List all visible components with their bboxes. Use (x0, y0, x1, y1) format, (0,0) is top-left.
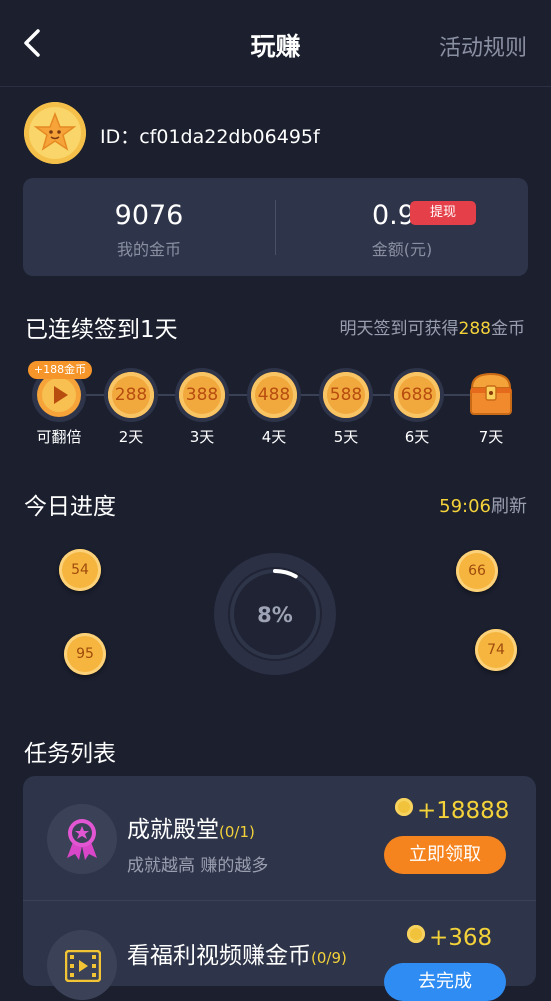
coin-bubble[interactable]: 95 (64, 633, 106, 675)
task-desc: 成就越高 赚的越多 (127, 856, 269, 876)
task-title: 成就殿堂(0/1) (127, 817, 255, 843)
day-label: 7天 (478, 428, 504, 446)
day-coin: 488 (251, 372, 297, 418)
signin-hint: 明天签到可获得288金币 (339, 319, 525, 339)
day-coin: 288 (108, 372, 154, 418)
day-coin: 688 (394, 372, 440, 418)
progress-text: 8% (257, 603, 293, 627)
coins-value: 9076 (114, 200, 184, 231)
progress-ring: 8% (214, 553, 336, 675)
task-list: 成就殿堂(0/1) 成就越高 赚的越多 +18888 立即领取 看福利视频赚金币… (23, 776, 536, 1001)
coin-icon (407, 925, 425, 943)
user-id: ID：cf01da22db06495f (100, 126, 320, 148)
treasure-chest-icon (470, 372, 512, 415)
task-reward: +18888 (395, 798, 509, 824)
top-bar: 玩赚 活动规则 (0, 0, 551, 87)
task-list-title: 任务列表 (24, 741, 116, 767)
amount-value: 0.91 (371, 200, 433, 231)
withdraw-button[interactable]: 提现 (410, 201, 476, 225)
amount-label: 金额(元) (371, 240, 433, 259)
claim-button[interactable]: 立即领取 (384, 836, 506, 874)
avatar (24, 102, 86, 164)
today-progress-title: 今日进度 (24, 494, 116, 520)
coin-bubble[interactable]: 66 (456, 550, 498, 592)
activity-rules-link[interactable]: 活动规则 (439, 30, 527, 62)
task-title: 看福利视频赚金币(0/9) (127, 943, 347, 969)
signin-title: 已连续签到1天 (25, 317, 178, 343)
day-label: 5天 (333, 428, 359, 446)
coin-icon (395, 798, 413, 816)
task-separator (23, 900, 536, 901)
coin-bubble[interactable]: 54 (59, 549, 101, 591)
day-label: 6天 (404, 428, 430, 446)
day-label: 3天 (189, 428, 215, 446)
day-label: 4天 (261, 428, 287, 446)
medal-icon (67, 819, 97, 860)
wallet-card: 9076 我的金币 0.91 金额(元) (23, 178, 528, 276)
film-icon (65, 950, 101, 982)
task-reward: +368 (407, 925, 492, 951)
day-coin: 388 (179, 372, 225, 418)
refresh-timer: 59:06刷新 (439, 496, 527, 517)
day-coin: 588 (323, 372, 369, 418)
coin-bubble[interactable]: 74 (475, 629, 517, 671)
coins-label: 我的金币 (116, 240, 181, 259)
achievement-icon-wrap (47, 804, 117, 874)
go-complete-button[interactable]: 去完成 (384, 963, 506, 1001)
day-label: 2天 (118, 428, 144, 446)
day-label: 可翻倍 (36, 428, 82, 446)
bonus-tag: +188金币 (28, 361, 92, 379)
video-icon-wrap (47, 930, 117, 1000)
